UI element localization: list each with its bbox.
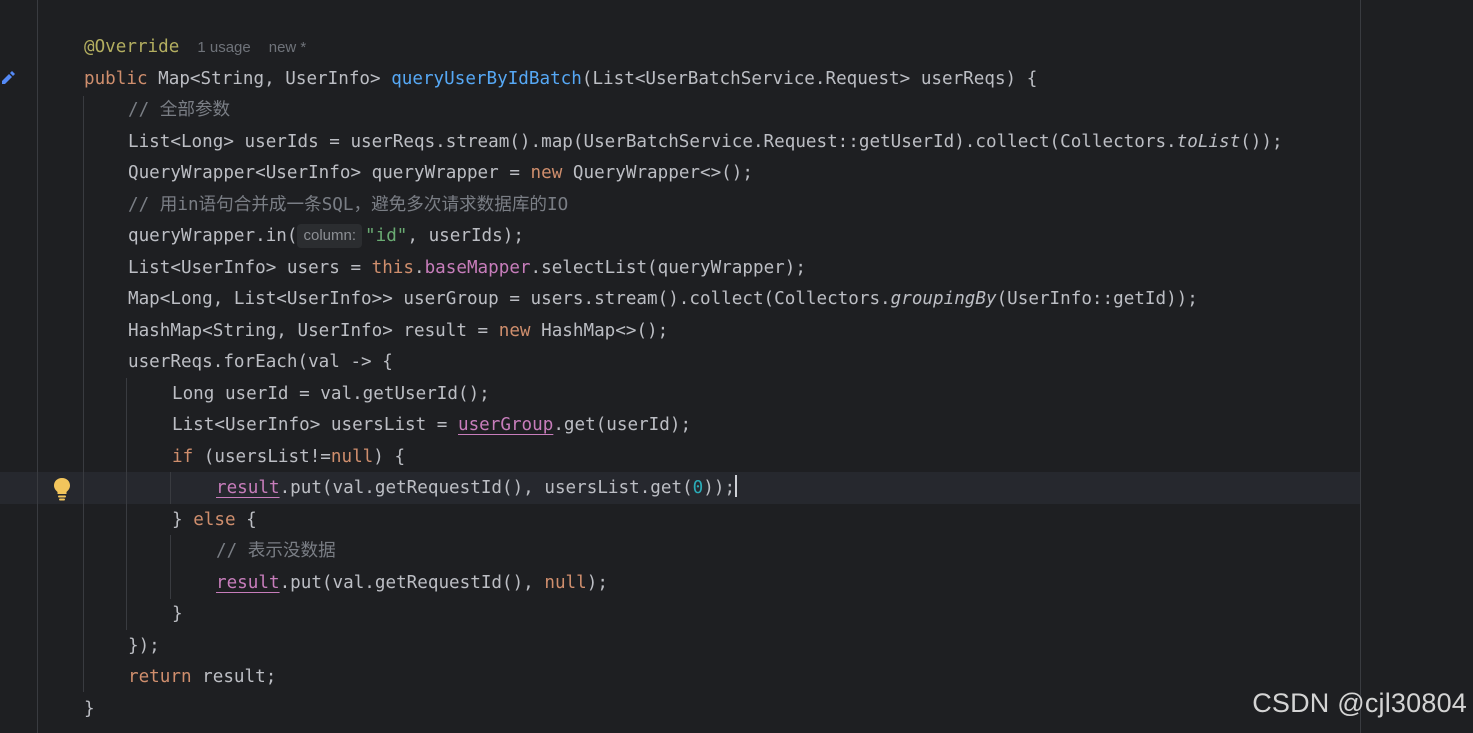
override-annotation: @Override xyxy=(84,37,180,57)
code-line-14[interactable]: if (usersList!=null) { xyxy=(172,442,405,473)
indent-guide xyxy=(83,96,84,692)
code-line-16[interactable]: } else { xyxy=(172,505,257,536)
code-text: HashMap<>(); xyxy=(530,321,669,341)
keyword: if xyxy=(172,447,194,467)
code-text: Long userId = val.getUserId(); xyxy=(172,384,490,404)
keyword: null xyxy=(544,573,587,593)
code-text: }); xyxy=(128,636,160,656)
usages-hint[interactable]: 1 usage xyxy=(197,39,250,56)
code-line-17[interactable]: // 表示没数据 xyxy=(216,536,336,567)
code-text: , userIds); xyxy=(407,226,524,246)
code-line-7[interactable]: queryWrapper.in(column: "id", userIds); xyxy=(128,221,524,252)
watermark: CSDN @cjl30804 xyxy=(1252,688,1467,718)
keyword: else xyxy=(193,510,236,530)
code-line-6[interactable]: // 用in语句合并成一条SQL，避免多次请求数据库的IO xyxy=(128,190,568,221)
comment: // 用in语句合并成一条SQL，避免多次请求数据库的IO xyxy=(128,195,569,215)
lightbulb-icon[interactable] xyxy=(52,477,72,501)
static-method: toList xyxy=(1176,132,1241,152)
code-text: .get(userId); xyxy=(553,415,692,435)
code-text: List<UserInfo> usersList = xyxy=(172,415,458,435)
code-text: Map<Long, List<UserInfo>> userGroup = us… xyxy=(128,289,891,309)
code-text: .put(val.getRequestId(), usersList.get( xyxy=(279,478,693,498)
code-line-8[interactable]: List<UserInfo> users = this.baseMapper.s… xyxy=(128,253,806,284)
code-text: .selectList(queryWrapper); xyxy=(530,258,806,278)
code-line-9[interactable]: Map<Long, List<UserInfo>> userGroup = us… xyxy=(128,284,1198,315)
keyword: new xyxy=(498,321,531,341)
code-line-10[interactable]: HashMap<String, UserInfo> result = new H… xyxy=(128,316,668,347)
method-name: queryUserByIdBatch xyxy=(391,69,582,89)
indent-guide xyxy=(170,535,171,599)
number-literal: 0 xyxy=(692,478,704,498)
gutter-separator xyxy=(37,0,38,733)
code-line-15[interactable]: result.put(val.getRequestId(), usersList… xyxy=(216,473,738,504)
code-text: (UserInfo::getId)); xyxy=(996,289,1198,309)
keyword: this xyxy=(371,258,414,278)
code-line-21[interactable]: return result; xyxy=(128,662,276,693)
code-line-11[interactable]: userReqs.forEach(val -> { xyxy=(128,347,393,378)
right-margin-guide xyxy=(1360,0,1361,733)
code-editor[interactable]: @Override 1 usage new * public Map<String,… xyxy=(0,0,1473,733)
code-text: List<Long> userIds = userReqs.stream().m… xyxy=(128,132,1177,152)
code-text: } xyxy=(84,699,95,719)
keyword: null xyxy=(330,447,374,467)
indent-guide xyxy=(126,378,127,630)
code-text: ()); xyxy=(1240,132,1283,152)
keyword: new xyxy=(530,163,563,183)
code-text: userReqs.forEach(val -> { xyxy=(128,352,393,372)
code-text: . xyxy=(414,258,425,278)
code-line-1[interactable]: @Override 1 usage new * xyxy=(84,32,306,63)
code-text: ); xyxy=(586,573,608,593)
edit-marker-icon[interactable] xyxy=(0,68,18,86)
return-type: Map<String, UserInfo> xyxy=(147,69,392,89)
parameter-hint: column: xyxy=(297,224,363,248)
code-line-4[interactable]: List<Long> userIds = userReqs.stream().m… xyxy=(128,127,1283,158)
captured-variable: userGroup xyxy=(458,415,554,435)
code-text: HashMap<String, UserInfo> result = xyxy=(128,321,499,341)
code-text: QueryWrapper<>(); xyxy=(562,163,753,183)
code-text: .put(val.getRequestId(), xyxy=(279,573,545,593)
text-caret xyxy=(735,475,738,497)
code-line-19[interactable]: } xyxy=(172,599,183,630)
code-text: (usersList!= xyxy=(193,447,331,467)
code-text: result; xyxy=(191,667,277,687)
code-line-13[interactable]: List<UserInfo> usersList = userGroup.get… xyxy=(172,410,691,441)
captured-variable: result xyxy=(216,478,280,498)
comment: // 表示没数据 xyxy=(216,541,336,561)
method-params: (List<UserBatchService.Request> userReqs… xyxy=(581,69,1038,89)
code-line-5[interactable]: QueryWrapper<UserInfo> queryWrapper = ne… xyxy=(128,158,753,189)
comment: // 全部参数 xyxy=(128,100,231,120)
static-method: groupingBy xyxy=(890,289,997,309)
code-text: QueryWrapper<UserInfo> queryWrapper = xyxy=(128,163,531,183)
code-text: { xyxy=(235,510,257,530)
code-text: )); xyxy=(703,478,736,498)
indent-guide xyxy=(170,472,171,504)
code-text: List<UserInfo> users = xyxy=(128,258,372,278)
keyword: public xyxy=(84,69,148,89)
vcs-status-hint[interactable]: new * xyxy=(269,39,307,56)
code-line-22[interactable]: } xyxy=(84,694,95,725)
code-text: } xyxy=(172,510,194,530)
string-literal: "id" xyxy=(365,226,408,246)
code-text: ) { xyxy=(373,447,406,467)
code-line-20[interactable]: }); xyxy=(128,631,160,662)
field-reference: baseMapper xyxy=(424,258,531,278)
code-line-3[interactable]: // 全部参数 xyxy=(128,95,230,126)
code-text: } xyxy=(172,604,183,624)
code-line-18[interactable]: result.put(val.getRequestId(), null); xyxy=(216,568,608,599)
captured-variable: result xyxy=(216,573,280,593)
code-text: queryWrapper.in( xyxy=(128,226,298,246)
keyword: return xyxy=(128,667,192,687)
code-line-2[interactable]: public Map<String, UserInfo> queryUserBy… xyxy=(84,64,1037,95)
code-line-12[interactable]: Long userId = val.getUserId(); xyxy=(172,379,490,410)
